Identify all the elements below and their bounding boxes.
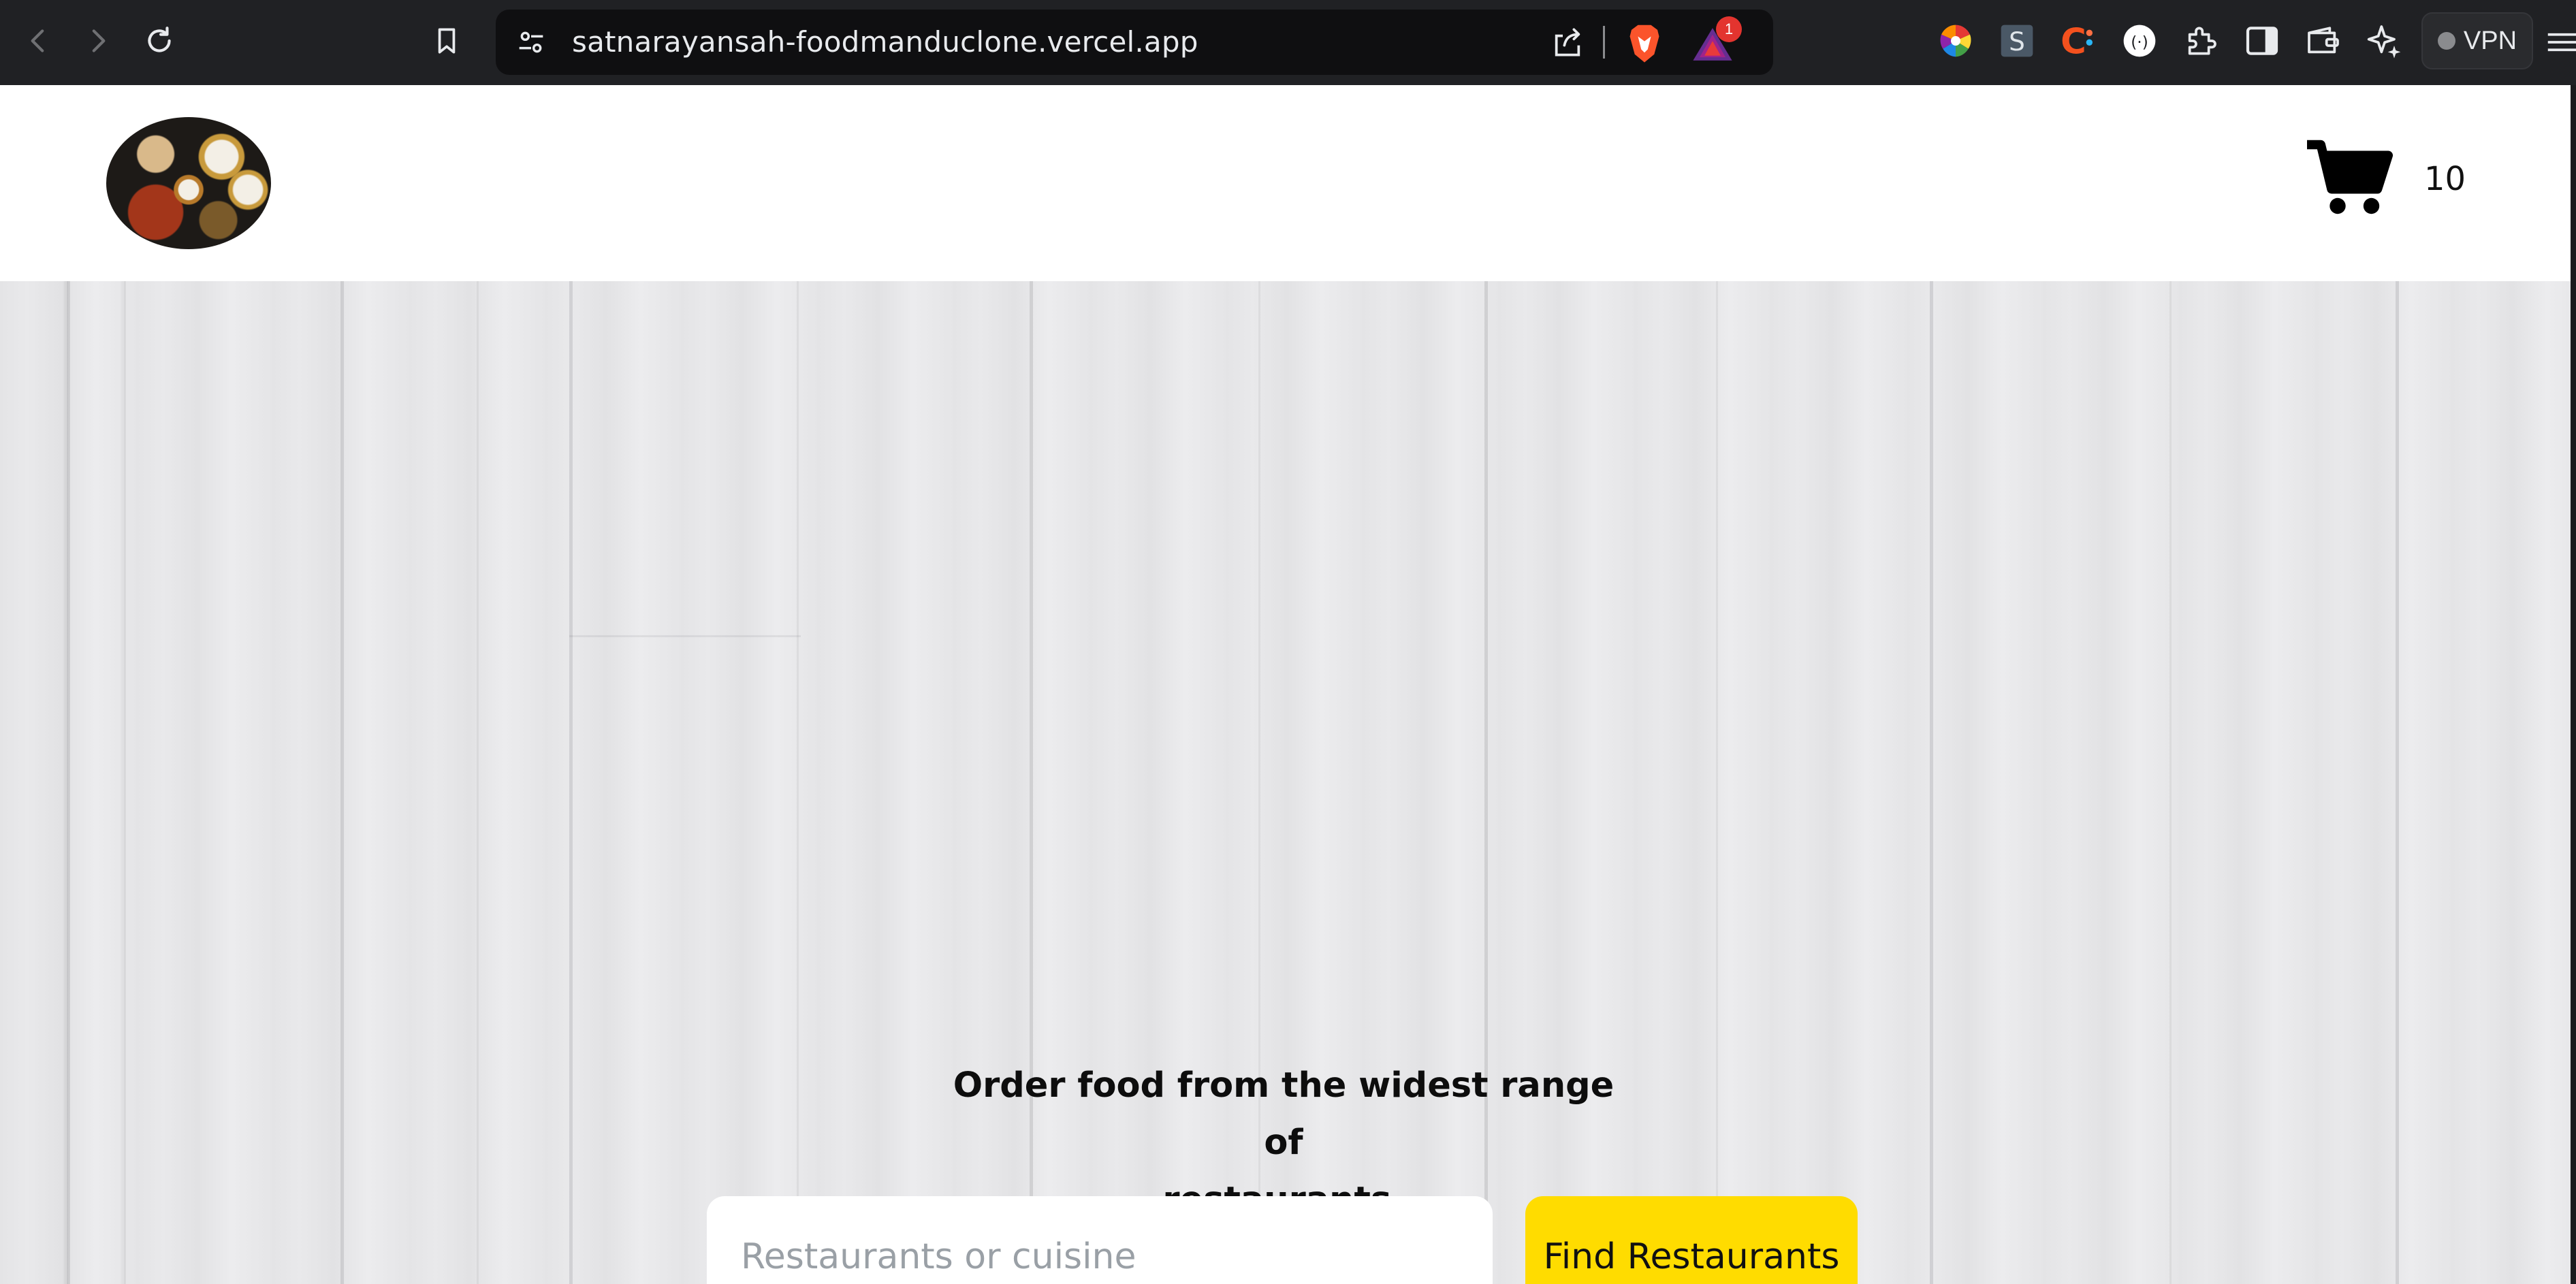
- url-text[interactable]: satnarayansah-foodmanduclone.vercel.app: [572, 10, 1198, 75]
- wood-plank-line: [477, 281, 479, 1284]
- sidebar-icon: [2246, 27, 2278, 55]
- s-extension[interactable]: S: [1997, 20, 2037, 61]
- browser-toolbar: satnarayansah-foodmanduclone.vercel.app …: [0, 0, 2576, 85]
- wood-plank-line: [797, 281, 799, 1284]
- translate-extension[interactable]: (·): [2119, 20, 2160, 61]
- wood-plank-line: [1716, 281, 1718, 1284]
- s-extension-icon: S: [2001, 25, 2033, 57]
- svg-text:S: S: [2009, 27, 2025, 57]
- hamburger-menu-icon[interactable]: [2545, 26, 2576, 59]
- wallet-button[interactable]: [2303, 20, 2344, 61]
- find-restaurants-button[interactable]: Find Restaurants: [1525, 1196, 1858, 1284]
- reload-button[interactable]: [133, 15, 185, 67]
- c-extension[interactable]: C: [2058, 20, 2099, 61]
- svg-text:C: C: [2061, 22, 2086, 60]
- svg-text:(·): (·): [2131, 32, 2148, 51]
- c-extension-icon: C: [2061, 22, 2093, 60]
- forward-arrow-icon: [92, 29, 106, 52]
- extensions-button[interactable]: [2180, 20, 2221, 61]
- reload-icon: [148, 27, 171, 52]
- vpn-label: VPN: [2463, 26, 2517, 55]
- leo-ai-button[interactable]: [2364, 20, 2405, 61]
- wood-plank-joint: [569, 635, 801, 637]
- address-bar[interactable]: satnarayansah-foodmanduclone.vercel.app …: [496, 10, 1773, 75]
- shopping-cart-icon[interactable]: [2307, 140, 2393, 217]
- brave-shields-icon[interactable]: [1625, 22, 1664, 64]
- wood-plank-line: [1930, 281, 1933, 1284]
- vpn-status-icon: [2437, 32, 2455, 50]
- sidebar-button[interactable]: [2242, 20, 2283, 61]
- leo-ai-icon: [2367, 25, 2401, 59]
- web-page: 10 Order food from the widest range of r…: [0, 85, 2576, 1284]
- puzzle-extensions-icon: [2188, 27, 2216, 55]
- colorpicker-icon: [1940, 25, 1971, 57]
- wood-plank-line: [2396, 281, 2399, 1284]
- wallet-icon: [2308, 27, 2339, 54]
- colorpicker-extension[interactable]: [1935, 20, 1976, 61]
- toolbar-divider: [1603, 26, 1605, 59]
- bookmark-icon: [438, 28, 456, 54]
- translate-extension-icon: (·): [2123, 25, 2156, 57]
- wood-plank-line: [340, 281, 344, 1284]
- wood-plank-line: [2169, 281, 2172, 1284]
- site-settings-icon[interactable]: [513, 25, 549, 60]
- wood-plank-line: [67, 281, 70, 1284]
- restaurant-search-input[interactable]: [707, 1196, 1493, 1284]
- hero-tagline-line1: Order food from the widest range of: [953, 1065, 1615, 1163]
- scrollbar[interactable]: [2571, 85, 2576, 1284]
- bookmark-button[interactable]: [421, 15, 473, 67]
- site-logo[interactable]: [106, 117, 271, 249]
- forward-button[interactable]: [72, 15, 124, 67]
- back-button[interactable]: [12, 15, 64, 67]
- site-header: 10: [0, 85, 2571, 281]
- back-arrow-icon: [31, 29, 44, 52]
- wood-plank-line: [124, 281, 126, 1284]
- share-icon[interactable]: [1548, 23, 1587, 61]
- cart-count[interactable]: 10: [2424, 160, 2466, 198]
- wood-plank-line: [569, 281, 573, 1284]
- rewards-badge: 1: [1716, 16, 1742, 42]
- hero-section: Order food from the widest range of rest…: [0, 281, 2571, 1284]
- vpn-button[interactable]: VPN: [2421, 12, 2533, 69]
